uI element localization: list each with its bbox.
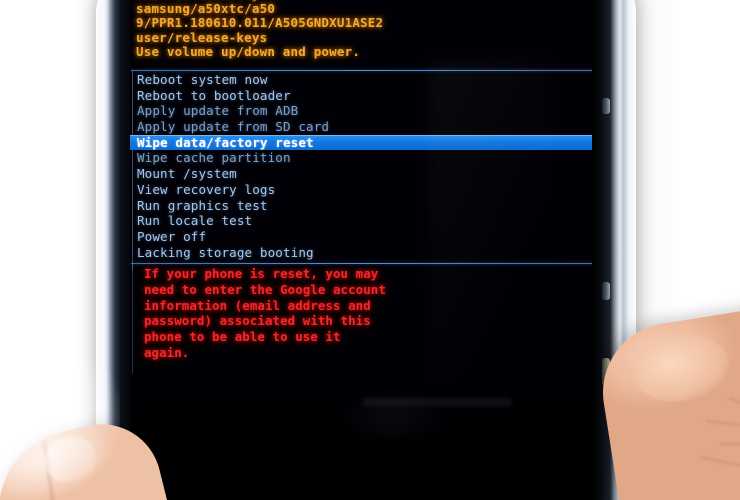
recovery-console: Android Recovery samsung/a50xtc/a50 9/PP… <box>130 0 600 500</box>
right-hand-knuckle <box>628 327 734 409</box>
phone-body: Android Recovery samsung/a50xtc/a50 9/PP… <box>96 0 636 500</box>
warning-line-3: information (email address and <box>144 297 371 313</box>
menu-item-run-locale-test[interactable]: Run locale test <box>130 213 600 229</box>
warning-line-1: If your phone is reset, you may <box>144 266 379 281</box>
header-line-build: 9/PPR1.180610.011/A505GNDXU1ASE2 <box>136 15 384 31</box>
menu-item-wipe-data-factory-reset[interactable]: Wipe data/factory reset <box>130 134 600 151</box>
volume-up-button[interactable] <box>602 98 610 114</box>
warning-line-6: again. <box>144 344 190 360</box>
recovery-header: Android Recovery samsung/a50xtc/a50 9/PP… <box>130 0 600 59</box>
warning-line-2: need to enter the Google account <box>144 281 386 297</box>
screen-smudge <box>362 398 512 406</box>
menu-item-apply-update-adb[interactable]: Apply update from ADB <box>130 103 600 119</box>
right-hand-vein <box>729 397 740 418</box>
warning-line-4: password) associated with this <box>144 313 371 329</box>
menu-item-view-recovery-logs[interactable]: View recovery logs <box>130 182 600 198</box>
menu-item-reboot-to-bootloader[interactable]: Reboot to bootloader <box>130 88 600 104</box>
header-line-instructions: Use volume up/down and power. <box>136 43 361 59</box>
volume-down-button[interactable] <box>602 282 610 300</box>
google-account-warning: If your phone is reset, you may need to … <box>130 266 600 361</box>
right-hand-vein <box>720 442 740 447</box>
menu-item-reboot-system-now[interactable]: Reboot system now <box>130 72 600 88</box>
recovery-menu: Reboot system now Reboot to bootloader A… <box>130 72 600 260</box>
menu-item-apply-update-sd-card[interactable]: Apply update from SD card <box>130 119 600 135</box>
menu-item-power-off[interactable]: Power off <box>130 229 600 245</box>
right-hand-vein <box>705 419 740 432</box>
right-hand-vein <box>699 455 740 476</box>
phone-screen: Android Recovery samsung/a50xtc/a50 9/PP… <box>130 0 600 500</box>
warning-line-5: phone to be able to use it <box>144 329 341 345</box>
menu-item-mount-system[interactable]: Mount /system <box>130 166 600 182</box>
separator-top <box>131 70 599 71</box>
menu-item-run-graphics-test[interactable]: Run graphics test <box>130 198 600 214</box>
menu-item-wipe-cache-partition[interactable]: Wipe cache partition <box>130 150 600 166</box>
photo-scene: Android Recovery samsung/a50xtc/a50 9/PP… <box>0 0 740 500</box>
separator-middle <box>131 263 599 264</box>
menu-item-lacking-storage-booting[interactable]: Lacking storage booting <box>130 245 600 261</box>
screen-reflection <box>338 386 448 446</box>
header-line-keys: user/release-keys <box>136 29 268 45</box>
